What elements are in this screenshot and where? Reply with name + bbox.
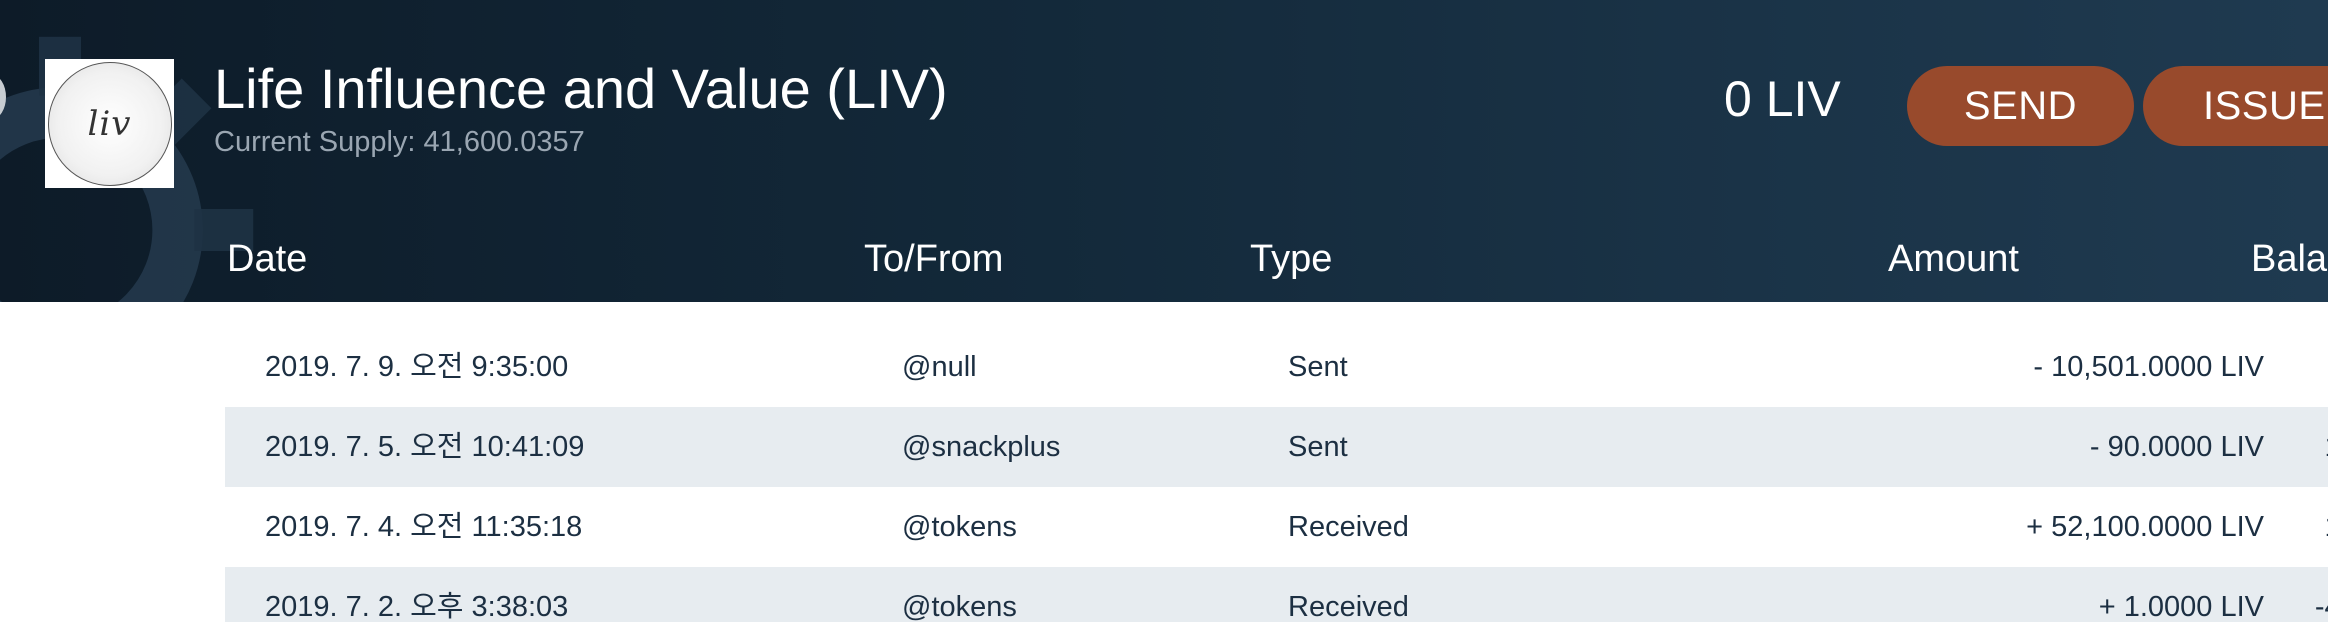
send-button[interactable]: SEND <box>1907 66 2134 146</box>
row-amount: - 90.0000 LIV <box>2089 431 2264 463</box>
row-balance <box>2271 327 2328 407</box>
row-type: Sent <box>1288 431 1348 463</box>
current-supply: Current Supply: 41,600.0357 <box>214 126 585 158</box>
row-type: Received <box>1288 511 1409 543</box>
table-row[interactable]: 2019. 7. 2. 오후 3:38:03 @tokens Received … <box>225 567 2328 622</box>
token-balance: 0 LIV <box>1724 71 1841 127</box>
row-to-from: @null <box>902 351 977 383</box>
row-date: 2019. 7. 5. 오전 10:41:09 <box>265 431 585 463</box>
row-date: 2019. 7. 4. 오전 11:35:18 <box>265 511 583 543</box>
row-date: 2019. 7. 2. 오후 3:38:03 <box>265 591 569 622</box>
table-row[interactable]: 2019. 7. 4. 오전 11:35:18 @tokens Received… <box>225 487 2328 567</box>
row-balance: -41,5 <box>2314 591 2328 622</box>
token-title: Life Influence and Value (LIV) <box>214 57 948 120</box>
column-header-amount[interactable]: Amount <box>1700 238 2019 281</box>
row-amount: + 52,100.0000 LIV <box>2026 511 2264 543</box>
row-to-from: @tokens <box>902 591 1017 622</box>
token-logo: liv <box>45 59 174 188</box>
token-header: liv Life Influence and Value (LIV) Curre… <box>0 0 2328 302</box>
row-to-from: @tokens <box>902 511 1017 543</box>
column-header-type[interactable]: Type <box>1250 238 1332 281</box>
column-header-balance[interactable]: Bala <box>2251 238 2327 281</box>
table-row[interactable]: 2019. 7. 9. 오전 9:35:00 @null Sent - 10,5… <box>225 327 2328 407</box>
row-amount: + 1.0000 LIV <box>2098 591 2264 622</box>
row-balance: 10,5 <box>2271 487 2328 567</box>
token-logo-mark: liv <box>47 61 172 186</box>
row-date: 2019. 7. 9. 오전 9:35:00 <box>265 351 569 383</box>
token-page: liv Life Influence and Value (LIV) Curre… <box>0 0 2328 622</box>
row-type: Received <box>1288 591 1409 622</box>
row-balance: 10,5 <box>2271 407 2328 487</box>
issue-button[interactable]: ISSUE <box>2143 66 2328 146</box>
row-type: Sent <box>1288 351 1348 383</box>
column-header-to-from[interactable]: To/From <box>864 238 1003 281</box>
table-row[interactable]: 2019. 7. 5. 오전 10:41:09 @snackplus Sent … <box>225 407 2328 487</box>
row-to-from: @snackplus <box>902 431 1061 463</box>
row-amount: - 10,501.0000 LIV <box>2033 351 2264 383</box>
column-header-date[interactable]: Date <box>227 238 307 281</box>
